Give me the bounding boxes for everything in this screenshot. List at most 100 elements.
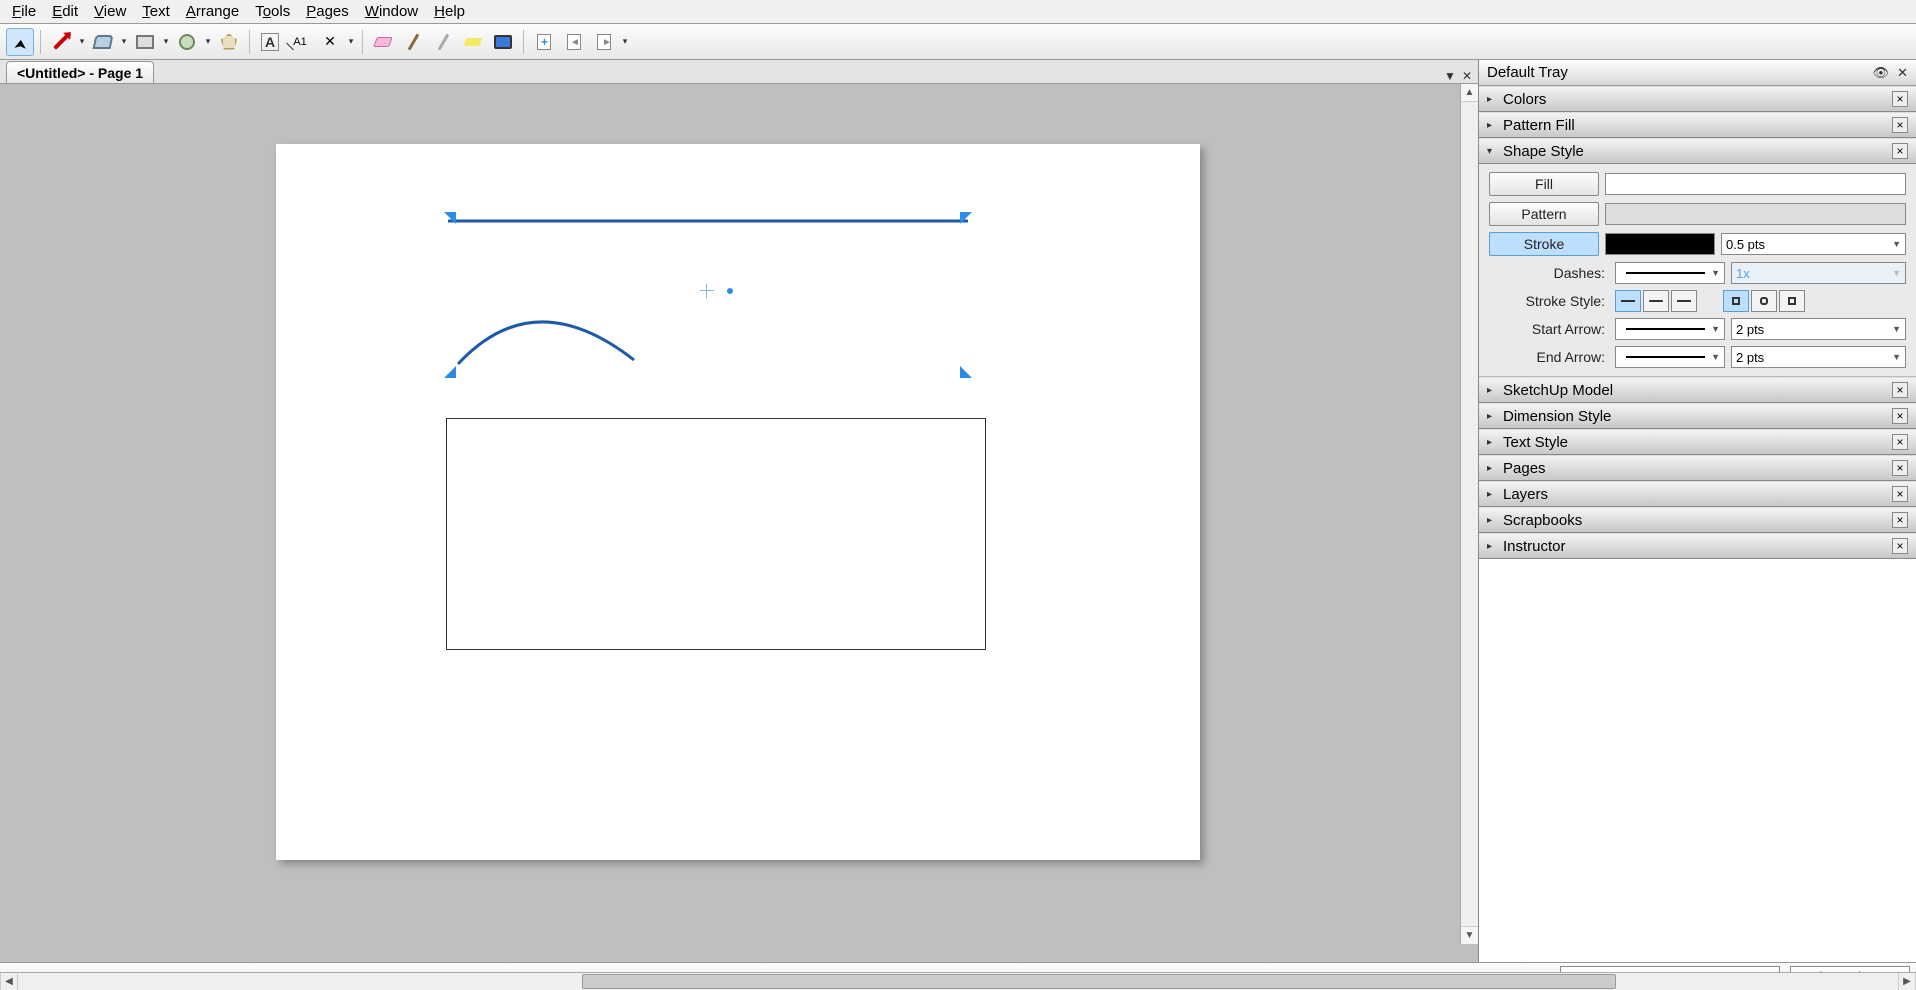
panel-text-style[interactable]: ▸Text Style× (1479, 429, 1916, 455)
join-miter[interactable] (1723, 290, 1749, 312)
presentation-tool[interactable] (489, 28, 517, 56)
dash-scale-dropdown[interactable]: 1x▼ (1731, 262, 1906, 284)
line-tool-dropdown[interactable] (77, 28, 87, 56)
tab-dropdown-icon[interactable]: ▼ (1444, 69, 1456, 83)
line-tool[interactable] (47, 28, 75, 56)
dashes-dropdown[interactable]: ▼ (1615, 262, 1725, 284)
scroll-left-icon[interactable]: ◀ (0, 973, 18, 990)
rectangle-shape[interactable] (446, 418, 986, 650)
menu-file[interactable]: File (4, 1, 44, 22)
panel-colors-close[interactable]: × (1892, 91, 1908, 107)
tray-panel: Default Tray 👁 ✕ ▸Colors× ▸Pattern Fill×… (1478, 60, 1916, 962)
vertical-scrollbar[interactable]: ▲ ▼ (1460, 84, 1478, 944)
panel-instructor[interactable]: ▸Instructor× (1479, 533, 1916, 559)
menu-edit[interactable]: Edit (44, 1, 86, 22)
panel-text-close[interactable]: × (1892, 434, 1908, 450)
text-tool[interactable]: A (256, 28, 284, 56)
panel-layers-close[interactable]: × (1892, 486, 1908, 502)
start-arrow-size-dropdown[interactable]: 2 pts▼ (1731, 318, 1906, 340)
tab-close-icon[interactable]: ✕ (1462, 69, 1472, 83)
pattern-toggle[interactable]: Pattern (1489, 202, 1599, 226)
arc-tool[interactable] (89, 28, 117, 56)
panel-shape-style-close[interactable]: × (1892, 143, 1908, 159)
line-shape[interactable] (448, 218, 968, 224)
panel-pages-close[interactable]: × (1892, 460, 1908, 476)
stroke-swatch[interactable] (1605, 233, 1715, 255)
panel-sketchup-close[interactable]: × (1892, 382, 1908, 398)
tray-pin-icon[interactable]: 👁 (1873, 65, 1890, 81)
end-arrow-label: End Arrow: (1489, 349, 1609, 365)
arc-tool-dropdown[interactable] (119, 28, 129, 56)
circle-tool-dropdown[interactable] (203, 28, 213, 56)
scroll-right-icon[interactable]: ▶ (1898, 973, 1916, 990)
fill-toggle[interactable]: Fill (1489, 172, 1599, 196)
tray-close-icon[interactable]: ✕ (1897, 65, 1908, 81)
add-page-button[interactable]: + (530, 28, 558, 56)
panel-pages[interactable]: ▸Pages× (1479, 455, 1916, 481)
tray-title: Default Tray 👁 ✕ (1479, 60, 1916, 86)
panel-layers[interactable]: ▸Layers× (1479, 481, 1916, 507)
join-bevel[interactable] (1779, 290, 1805, 312)
panel-scrapbooks-close[interactable]: × (1892, 512, 1908, 528)
panel-instructor-close[interactable]: × (1892, 538, 1908, 554)
prev-page-button[interactable]: ◄ (560, 28, 588, 56)
horizontal-scrollbar[interactable]: ◀ ▶ (0, 972, 1916, 990)
panel-colors[interactable]: ▸Colors× (1479, 86, 1916, 112)
canvas-area[interactable]: ▲ ▼ (0, 84, 1478, 962)
menu-text[interactable]: Text (134, 1, 178, 22)
join-tool[interactable] (459, 28, 487, 56)
menu-window[interactable]: Window (357, 1, 426, 22)
document-tab[interactable]: <Untitled> - Page 1 (6, 61, 154, 83)
page-canvas[interactable] (276, 144, 1200, 860)
circle-tool[interactable] (173, 28, 201, 56)
rectangle-tool-dropdown[interactable] (161, 28, 171, 56)
end-arrow-size-dropdown[interactable]: 2 pts▼ (1731, 346, 1906, 368)
cap-round[interactable] (1643, 290, 1669, 312)
panel-pattern-fill-close[interactable]: × (1892, 117, 1908, 133)
select-tool[interactable] (6, 28, 34, 56)
menu-tools[interactable]: Tools (247, 1, 298, 22)
menu-arrange[interactable]: Arrange (178, 1, 247, 22)
label-tool[interactable]: A1 (286, 28, 314, 56)
selection-center-icon[interactable] (700, 284, 714, 298)
page-nav-dropdown[interactable] (620, 28, 630, 56)
polygon-tool[interactable] (215, 28, 243, 56)
end-arrow-dropdown[interactable]: ▼ (1615, 346, 1725, 368)
panel-sketchup-model[interactable]: ▸SketchUp Model× (1479, 377, 1916, 403)
toolbar: A A1 ✕ + ◄ ► (0, 24, 1916, 60)
menu-help[interactable]: Help (426, 1, 473, 22)
rectangle-tool[interactable] (131, 28, 159, 56)
panel-pattern-fill[interactable]: ▸Pattern Fill× (1479, 112, 1916, 138)
cap-flat[interactable] (1615, 290, 1641, 312)
split-tool[interactable] (429, 28, 457, 56)
fill-swatch[interactable] (1605, 173, 1906, 195)
rotation-handle[interactable] (727, 288, 733, 294)
style-tool[interactable] (399, 28, 427, 56)
arc-shape[interactable] (454, 300, 644, 370)
eraser-tool[interactable] (369, 28, 397, 56)
start-arrow-dropdown[interactable]: ▼ (1615, 318, 1725, 340)
dashes-label: Dashes: (1489, 265, 1609, 281)
scroll-down-icon[interactable]: ▼ (1461, 926, 1478, 944)
menu-view[interactable]: View (86, 1, 134, 22)
scroll-up-icon[interactable]: ▲ (1461, 84, 1478, 102)
menubar: File Edit View Text Arrange Tools Pages … (0, 0, 1916, 24)
dimension-tool[interactable]: ✕ (316, 28, 344, 56)
panel-dimension-style[interactable]: ▸Dimension Style× (1479, 403, 1916, 429)
panel-dimension-close[interactable]: × (1892, 408, 1908, 424)
menu-pages[interactable]: Pages (298, 1, 357, 22)
cap-square[interactable] (1671, 290, 1697, 312)
dimension-tool-dropdown[interactable] (346, 28, 356, 56)
shape-style-body: Fill Pattern Stroke 0.5 pts▼ Dashes: ▼ 1… (1479, 164, 1916, 377)
pattern-swatch[interactable] (1605, 203, 1906, 225)
stroke-toggle[interactable]: Stroke (1489, 232, 1599, 256)
next-page-button[interactable]: ► (590, 28, 618, 56)
panel-scrapbooks[interactable]: ▸Scrapbooks× (1479, 507, 1916, 533)
selection-handle-tr[interactable] (960, 212, 972, 224)
stroke-width-dropdown[interactable]: 0.5 pts▼ (1721, 233, 1906, 255)
selection-handle-br[interactable] (960, 366, 972, 378)
panel-shape-style[interactable]: ▾Shape Style× (1479, 138, 1916, 164)
hscroll-thumb[interactable] (582, 974, 1616, 989)
join-round[interactable] (1751, 290, 1777, 312)
selection-handle-tl[interactable] (444, 212, 456, 224)
